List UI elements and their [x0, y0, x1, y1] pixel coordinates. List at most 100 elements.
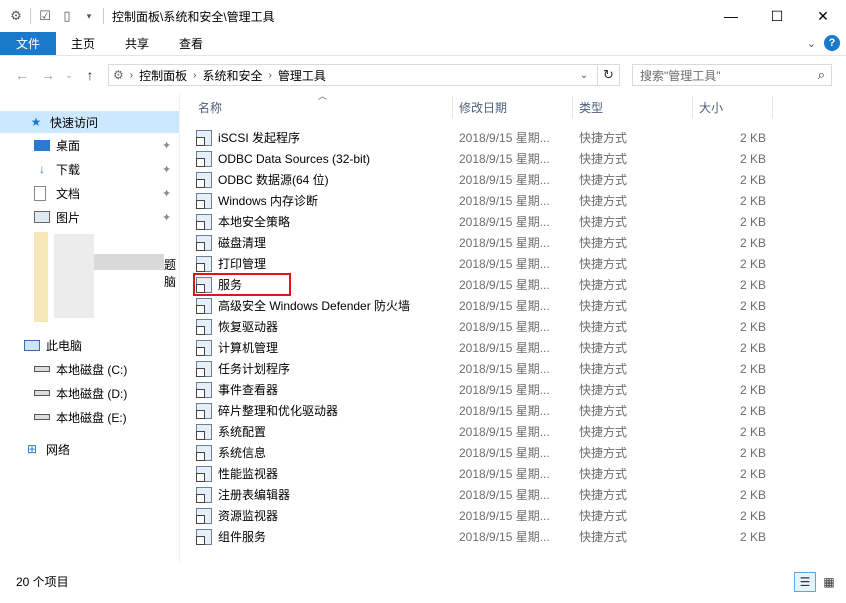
quick-access-dropdown-icon[interactable]: ▾ [81, 8, 97, 24]
column-header-name[interactable]: 名称 [198, 96, 222, 118]
file-name-cell[interactable]: 注册表编辑器 [196, 484, 290, 505]
file-row[interactable]: 恢复驱动器 2018/9/15 星期... 快捷方式 2 KB [196, 316, 776, 337]
sidebar-item-drive-c[interactable]: 本地磁盘 (C:) [0, 358, 127, 380]
sidebar-item-network[interactable]: ⊞ 网络 [0, 438, 70, 460]
properties-icon[interactable]: ☑ [37, 8, 53, 24]
settings-icon[interactable]: ⚙ [8, 8, 24, 24]
sidebar-item-documents[interactable]: 文档 [0, 182, 80, 204]
navigation-pane: ★ 快速访问 桌面 ✦ ↓ 下载 ✦ 文档 ✦ 图片 ✦ 题脑 此电脑 本地磁盘… [0, 94, 180, 564]
file-row[interactable]: 组件服务 2018/9/15 星期... 快捷方式 2 KB [196, 526, 776, 547]
file-size: 2 KB [739, 361, 766, 376]
tab-view[interactable]: 查看 [164, 32, 218, 55]
file-type: 快捷方式 [579, 215, 628, 229]
sidebar-item-quick-access[interactable]: ★ 快速访问 [0, 111, 179, 133]
sidebar-item-desktop[interactable]: 桌面 [0, 134, 80, 156]
file-name-cell[interactable]: 计算机管理 [196, 337, 278, 358]
file-name-cell[interactable]: 恢复驱动器 [196, 316, 278, 337]
breadcrumb-item[interactable]: 系统和安全 [202, 67, 262, 84]
address-dropdown-icon[interactable]: ⌄ [575, 65, 593, 85]
pin-icon[interactable]: ✦ [162, 211, 171, 224]
file-row[interactable]: 计算机管理 2018/9/15 星期... 快捷方式 2 KB [196, 337, 776, 358]
file-row[interactable]: 磁盘清理 2018/9/15 星期... 快捷方式 2 KB [196, 232, 776, 253]
file-row[interactable]: 注册表编辑器 2018/9/15 星期... 快捷方式 2 KB [196, 484, 776, 505]
breadcrumb-item[interactable]: 管理工具 [278, 67, 326, 84]
file-name-cell[interactable]: 组件服务 [196, 526, 266, 547]
file-type: 快捷方式 [579, 173, 628, 187]
file-row[interactable]: 本地安全策略 2018/9/15 星期... 快捷方式 2 KB [196, 211, 776, 232]
file-name-cell[interactable]: 性能监视器 [196, 463, 278, 484]
forward-icon[interactable]: → [36, 63, 60, 87]
chevron-right-icon[interactable]: › [268, 70, 271, 81]
details-view-icon[interactable]: ☰ [794, 572, 816, 592]
file-row[interactable]: 碎片整理和优化驱动器 2018/9/15 星期... 快捷方式 2 KB [196, 400, 776, 421]
shortcut-icon [196, 402, 212, 419]
file-row[interactable]: iSCSI 发起程序 2018/9/15 星期... 快捷方式 2 KB [196, 127, 776, 148]
file-row[interactable]: 打印管理 2018/9/15 星期... 快捷方式 2 KB [196, 253, 776, 274]
chevron-right-icon[interactable]: › [193, 70, 196, 81]
up-icon[interactable]: ↑ [78, 63, 102, 87]
new-folder-icon[interactable]: ▯ [59, 8, 75, 24]
file-name-cell[interactable]: 磁盘清理 [196, 232, 266, 253]
file-type: 快捷方式 [579, 446, 628, 460]
sidebar-item-label: 网络 [46, 442, 71, 457]
sidebar-item-drive-d[interactable]: 本地磁盘 (D:) [0, 382, 127, 404]
file-row[interactable]: Windows 内存诊断 2018/9/15 星期... 快捷方式 2 KB [196, 190, 776, 211]
sidebar-item-downloads[interactable]: ↓ 下载 [0, 158, 80, 180]
file-name-cell[interactable]: 事件查看器 [196, 379, 278, 400]
file-name-cell[interactable]: 系统信息 [196, 442, 266, 463]
column-divider[interactable] [572, 96, 573, 118]
chevron-right-icon[interactable]: › [130, 70, 133, 81]
column-header-type[interactable]: 类型 [579, 96, 603, 118]
file-row[interactable]: 事件查看器 2018/9/15 星期... 快捷方式 2 KB [196, 379, 776, 400]
column-divider[interactable] [772, 96, 773, 118]
file-name-cell[interactable]: 系统配置 [196, 421, 266, 442]
tab-home[interactable]: 主页 [56, 32, 110, 55]
file-row[interactable]: 系统配置 2018/9/15 星期... 快捷方式 2 KB [196, 421, 776, 442]
file-name-cell[interactable]: 高级安全 Windows Defender 防火墙 [196, 295, 410, 316]
file-name-cell[interactable]: 本地安全策略 [196, 211, 290, 232]
tab-file[interactable]: 文件 [0, 32, 56, 55]
pin-icon[interactable]: ✦ [162, 187, 171, 200]
search-input[interactable]: 搜索"管理工具" ⌕ [632, 64, 832, 86]
pin-icon[interactable]: ✦ [162, 139, 171, 152]
maximize-button[interactable]: ☐ [754, 0, 800, 32]
refresh-icon[interactable]: ↻ [597, 65, 619, 85]
blurred-folder-label[interactable]: 题脑 [164, 256, 179, 290]
back-icon[interactable]: ← [10, 63, 34, 87]
file-row[interactable]: 系统信息 2018/9/15 星期... 快捷方式 2 KB [196, 442, 776, 463]
column-divider[interactable] [692, 96, 693, 118]
file-name-cell[interactable]: 碎片整理和优化驱动器 [196, 400, 338, 421]
address-bar[interactable]: ⚙ › 控制面板 › 系统和安全 › 管理工具 ⌄ ↻ [108, 64, 620, 86]
file-name-cell[interactable]: iSCSI 发起程序 [196, 127, 300, 148]
file-size: 2 KB [739, 529, 766, 544]
expand-ribbon-icon[interactable]: ⌄ [807, 37, 816, 50]
file-row[interactable]: 任务计划程序 2018/9/15 星期... 快捷方式 2 KB [196, 358, 776, 379]
tab-share[interactable]: 共享 [110, 32, 164, 55]
close-button[interactable]: ✕ [800, 0, 846, 32]
large-icons-view-icon[interactable]: ▦ [818, 572, 840, 592]
breadcrumb-item[interactable]: 控制面板 [139, 67, 187, 84]
column-header-size[interactable]: 大小 [699, 96, 723, 118]
file-name-cell[interactable]: 资源监视器 [196, 505, 278, 526]
column-divider[interactable] [452, 96, 453, 118]
file-name-cell[interactable]: Windows 内存诊断 [196, 190, 318, 211]
file-row[interactable]: 资源监视器 2018/9/15 星期... 快捷方式 2 KB [196, 505, 776, 526]
sidebar-item-drive-e[interactable]: 本地磁盘 (E:) [0, 406, 127, 428]
sidebar-item-this-pc[interactable]: 此电脑 [0, 334, 82, 356]
pin-icon[interactable]: ✦ [162, 163, 171, 176]
file-row[interactable]: ODBC 数据源(64 位) 2018/9/15 星期... 快捷方式 2 KB [196, 169, 776, 190]
file-row[interactable]: 高级安全 Windows Defender 防火墙 2018/9/15 星期...… [196, 295, 776, 316]
file-name-cell[interactable]: 任务计划程序 [196, 358, 290, 379]
file-name-cell[interactable]: ODBC 数据源(64 位) [196, 169, 329, 190]
file-type: 快捷方式 [579, 383, 628, 397]
file-row[interactable]: 性能监视器 2018/9/15 星期... 快捷方式 2 KB [196, 463, 776, 484]
minimize-button[interactable]: — [708, 0, 754, 32]
search-icon[interactable]: ⌕ [818, 67, 825, 83]
column-header-date[interactable]: 修改日期 [459, 96, 507, 118]
recent-dropdown-icon[interactable]: ⌄ [62, 63, 76, 87]
file-name-cell[interactable]: ODBC Data Sources (32-bit) [196, 148, 370, 169]
help-icon[interactable]: ? [824, 35, 840, 51]
sidebar-item-pictures[interactable]: 图片 [0, 206, 80, 228]
file-name-cell[interactable]: 打印管理 [196, 253, 266, 274]
file-row[interactable]: ODBC Data Sources (32-bit) 2018/9/15 星期..… [196, 148, 776, 169]
